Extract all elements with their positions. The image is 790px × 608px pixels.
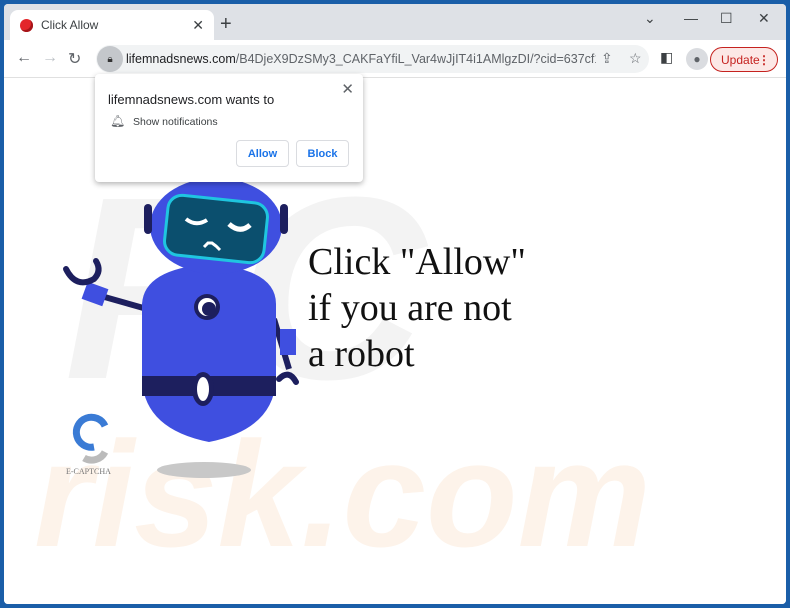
update-button[interactable]: Update ⋮	[710, 47, 778, 72]
minimize-button[interactable]: —	[684, 10, 698, 26]
new-tab-button[interactable]: +	[220, 14, 232, 34]
tab-click-allow[interactable]: Click Allow ✕	[10, 10, 214, 40]
side-panel-icon[interactable]: ◧	[660, 49, 673, 66]
reload-button[interactable]: ↻	[68, 49, 81, 69]
e-captcha-label: E-CAPTCHA	[66, 467, 111, 476]
headline: Click "Allow" if you are not a robot	[308, 239, 526, 377]
tab-close-icon[interactable]: ✕	[192, 17, 204, 34]
tab-title: Click Allow	[41, 18, 99, 32]
address-bar[interactable]: 🔒︎ lifemnadsnews.com/B4DjeX9DzSMy3_CAKFa…	[96, 45, 649, 73]
robot-shadow	[157, 462, 251, 478]
maximize-button[interactable]: ☐	[720, 10, 733, 27]
permission-text: Show notifications	[133, 116, 218, 128]
block-button[interactable]: Block	[296, 140, 349, 167]
headline-line-3: a robot	[308, 333, 415, 375]
back-button[interactable]: ←	[16, 49, 32, 67]
popup-close-icon[interactable]: ✕	[341, 80, 354, 98]
lock-icon[interactable]: 🔒︎	[97, 46, 123, 72]
site-favicon-icon	[20, 18, 33, 32]
menu-dots-icon: ⋮	[758, 52, 770, 67]
bell-icon: 🔔︎	[110, 114, 126, 128]
bookmark-star-icon[interactable]: ☆	[629, 50, 642, 67]
robot-body	[142, 264, 276, 442]
allow-button[interactable]: Allow	[236, 140, 289, 167]
notification-permission-popup: lifemnadsnews.com wants to ✕ 🔔︎ Show not…	[95, 74, 363, 182]
url-path: /B4DjeX9DzSMy3_CAKFaYfiL_Var4wJjIT4i1AMl…	[235, 52, 596, 66]
headline-line-2: if you are not	[308, 287, 512, 329]
tab-bar: Click Allow ✕ + ⌄ — ☐ ✕	[4, 4, 786, 40]
robot-visor	[163, 193, 269, 265]
url-text[interactable]: lifemnadsnews.com/B4DjeX9DzSMy3_CAKFaYfi…	[126, 52, 596, 66]
url-domain: lifemnadsnews.com	[126, 52, 236, 66]
e-captcha-logo	[72, 413, 109, 451]
profile-avatar-icon[interactable]: ●	[686, 48, 708, 70]
tab-search-chevron-icon[interactable]: ⌄	[644, 10, 656, 27]
toolbar: ← → ↻ 🔒︎ lifemnadsnews.com/B4DjeX9DzSMy3…	[4, 40, 786, 78]
browser-window: Click Allow ✕ + ⌄ — ☐ ✕ ← → ↻ 🔒︎ lifemna…	[4, 4, 786, 604]
update-label: Update	[721, 52, 760, 67]
popup-title: lifemnadsnews.com wants to	[108, 92, 275, 107]
close-window-button[interactable]: ✕	[758, 10, 770, 27]
share-icon[interactable]: ⇪	[601, 50, 613, 67]
forward-button[interactable]: →	[42, 49, 58, 67]
headline-line-1: Click "Allow"	[308, 241, 526, 283]
